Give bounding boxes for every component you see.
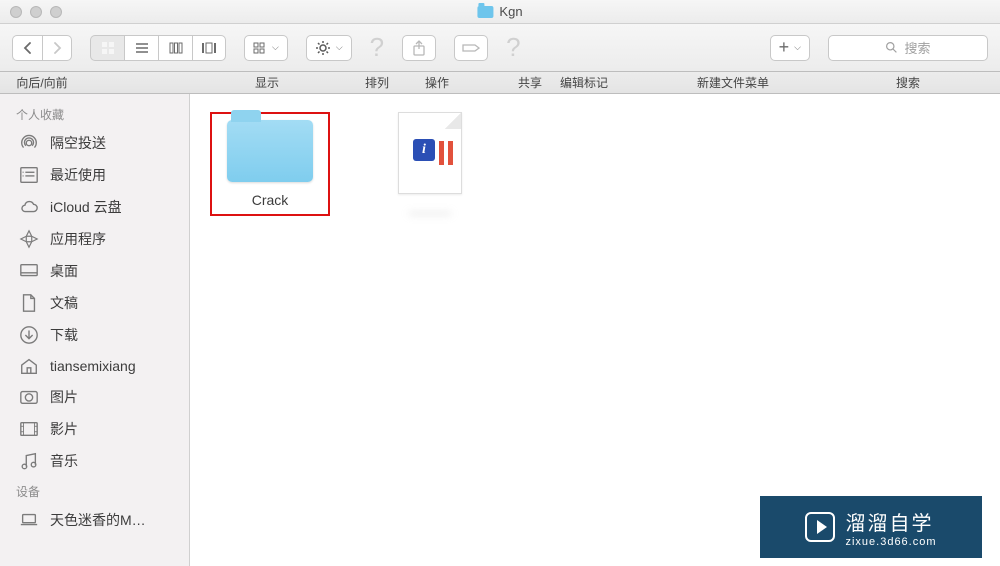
favorites-header: 个人收藏 [0, 100, 189, 127]
folder-item-crack[interactable]: Crack [210, 112, 330, 216]
help-icon-2: ? [506, 32, 520, 63]
sidebar-item-label: 应用程序 [50, 229, 106, 249]
sidebar-item-pictures[interactable]: 图片 [0, 381, 189, 413]
sidebar-item-movies[interactable]: 影片 [0, 413, 189, 445]
search-label: 搜索 [896, 74, 920, 91]
forward-button[interactable] [42, 35, 72, 61]
sidebar-item-label: 文稿 [50, 293, 78, 313]
toolbar: ⌵ ⌵ ? ? + ⌵ 搜索 [0, 24, 1000, 72]
tags-label: 编辑标记 [554, 74, 614, 91]
sidebar-item-documents[interactable]: 文稿 [0, 287, 189, 319]
devices-header: 设备 [0, 477, 189, 504]
window-title: Kgn [477, 4, 522, 19]
watermark: 溜溜自学 zixue.3d66.com [760, 496, 982, 558]
share-button[interactable] [402, 35, 436, 61]
sidebar-item-label: 图片 [50, 387, 78, 407]
sidebar-item-label: 影片 [50, 419, 78, 439]
desktop-icon [18, 262, 40, 280]
nav-buttons [12, 35, 72, 61]
document-item[interactable]: i ——— [370, 112, 490, 220]
chevron-down-icon: ⌵ [272, 42, 279, 53]
sidebar-item-label: 隔空投送 [50, 133, 106, 153]
sidebar-item-label: iCloud 云盘 [50, 197, 122, 217]
new-label: 新建文件菜单 [688, 74, 778, 91]
laptop-icon [18, 511, 40, 529]
sidebar-item-home[interactable]: tiansemixiang [0, 351, 189, 381]
window-title-text: Kgn [499, 4, 522, 19]
document-icon [18, 294, 40, 312]
sidebar-item-recent[interactable]: 最近使用 [0, 159, 189, 191]
sidebar-item-music[interactable]: 音乐 [0, 445, 189, 477]
document-icon: i [398, 112, 462, 194]
file-label: ——— [409, 204, 451, 220]
back-button[interactable] [12, 35, 42, 61]
gallery-view-button[interactable] [192, 35, 226, 61]
recent-icon [18, 166, 40, 184]
action-button[interactable]: ⌵ [306, 35, 352, 61]
edit-tags-button[interactable] [454, 35, 488, 61]
window-controls [10, 6, 62, 18]
toolbar-labels: 向后/向前 显示 排列 操作 共享 编辑标记 新建文件菜单 搜索 [0, 72, 1000, 94]
titlebar: Kgn [0, 0, 1000, 24]
sidebar-item-airdrop[interactable]: 隔空投送 [0, 127, 189, 159]
sidebar-item-apps[interactable]: 应用程序 [0, 223, 189, 255]
sidebar-item-downloads[interactable]: 下载 [0, 319, 189, 351]
operate-label: 操作 [412, 74, 462, 91]
view-label: 显示 [192, 74, 342, 91]
pictures-icon [18, 388, 40, 406]
folder-icon [477, 6, 493, 18]
sidebar-item-label: 最近使用 [50, 165, 106, 185]
share-label: 共享 [510, 74, 550, 91]
sidebar-item-label: 天色迷香的M… [50, 510, 146, 530]
minimize-window-button[interactable] [30, 6, 42, 18]
file-label: Crack [252, 192, 289, 208]
cloud-icon [18, 198, 40, 216]
column-view-button[interactable] [158, 35, 192, 61]
help-icon: ? [370, 32, 384, 63]
folder-icon [227, 120, 313, 182]
music-icon [18, 452, 40, 470]
apps-icon [18, 230, 40, 248]
home-icon [18, 357, 40, 375]
new-folder-button[interactable]: + ⌵ [770, 35, 810, 61]
arrange-button[interactable]: ⌵ [244, 35, 288, 61]
search-icon [885, 41, 898, 54]
watermark-url: zixue.3d66.com [845, 536, 936, 548]
download-icon [18, 326, 40, 344]
watermark-title: 溜溜自学 [845, 507, 933, 536]
airdrop-icon [18, 134, 40, 152]
sidebar-item-icloud[interactable]: iCloud 云盘 [0, 191, 189, 223]
view-switcher [90, 35, 226, 61]
sidebar-item-label: 音乐 [50, 451, 78, 471]
list-view-button[interactable] [124, 35, 158, 61]
nav-label: 向后/向前 [12, 74, 72, 91]
sidebar-item-label: 下载 [50, 325, 78, 345]
play-icon [805, 512, 835, 542]
icon-view-button[interactable] [90, 35, 124, 61]
zoom-window-button[interactable] [50, 6, 62, 18]
sidebar-item-label: tiansemixiang [50, 358, 136, 374]
sidebar-item-label: 桌面 [50, 261, 78, 281]
sidebar-item-desktop[interactable]: 桌面 [0, 255, 189, 287]
chevron-down-icon: ⌵ [794, 42, 801, 53]
movies-icon [18, 420, 40, 438]
chevron-down-icon: ⌵ [336, 42, 343, 53]
sidebar: 个人收藏 隔空投送 最近使用 iCloud 云盘 应用程序 桌面 文稿 下 [0, 94, 190, 566]
arrange-label: 排列 [352, 74, 402, 91]
sidebar-item-laptop[interactable]: 天色迷香的M… [0, 504, 189, 536]
search-placeholder: 搜索 [904, 38, 930, 57]
search-input[interactable]: 搜索 [828, 35, 988, 61]
close-window-button[interactable] [10, 6, 22, 18]
